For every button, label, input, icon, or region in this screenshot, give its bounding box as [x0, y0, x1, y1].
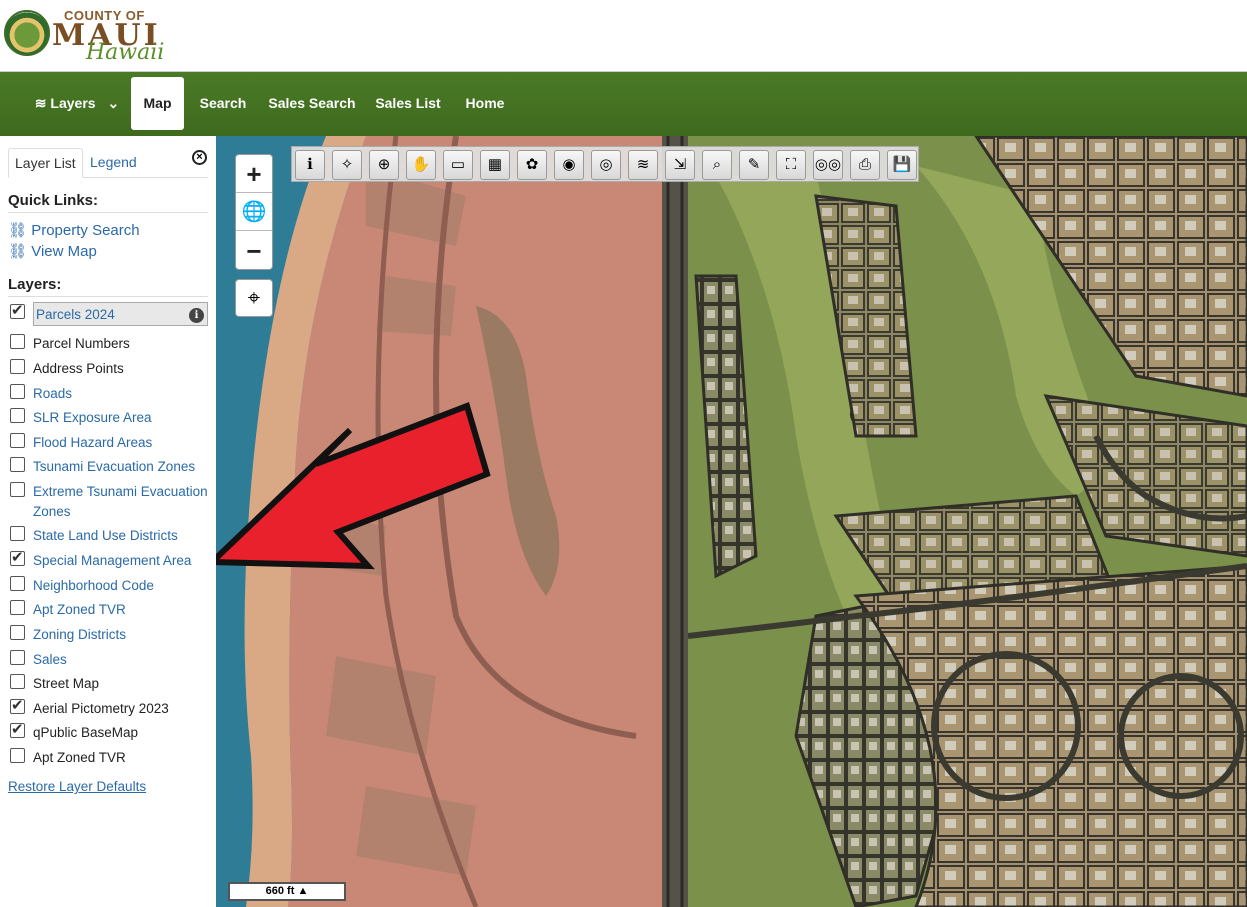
layer-label[interactable]: Parcels 2024: [33, 302, 208, 326]
county-of-maui-logo[interactable]: COUNTY OF MAUI Hawaii: [2, 6, 172, 66]
layer-checkbox[interactable]: [10, 384, 25, 399]
quick-link-view-map[interactable]: ⛓ View Map: [8, 242, 97, 260]
chevron-down-icon: ⌄: [107, 95, 120, 111]
link-chain-icon: ⛓: [8, 243, 28, 260]
globe-icon[interactable]: 🌐: [236, 193, 272, 231]
layer-checkbox[interactable]: [10, 674, 25, 689]
nav-sales-search[interactable]: Sales Search: [265, 77, 359, 130]
layer-checkbox[interactable]: [10, 359, 25, 374]
layer-checkbox[interactable]: [10, 720, 25, 738]
layer-label[interactable]: Neighborhood Code: [33, 576, 211, 596]
nav-home[interactable]: Home: [458, 77, 512, 130]
draw-pencil-icon[interactable]: ✎: [739, 150, 769, 180]
scale-bar: 660 ft ▲: [228, 882, 346, 901]
fullscreen-icon[interactable]: ⛶: [776, 150, 806, 180]
layer-label[interactable]: Zoning Districts: [33, 625, 211, 645]
layers-stack-icon: ≋: [34, 95, 47, 111]
layer-label[interactable]: Tsunami Evacuation Zones: [33, 457, 211, 477]
zoom-controls: + 🌐 −: [235, 154, 273, 270]
layer-label[interactable]: Aerial Pictometry 2023: [33, 699, 211, 719]
close-panel-icon[interactable]: ×: [192, 150, 207, 165]
zoom-in-tool-icon[interactable]: ⊕: [369, 150, 399, 180]
layer-label[interactable]: Apt Zoned TVR: [33, 748, 211, 768]
layer-label[interactable]: Roads: [33, 384, 211, 404]
main-navbar: ≋ Layers ⌄ Map Search Sales Search Sales…: [0, 72, 1247, 136]
map-viewport[interactable]: + 🌐 − ⌖ ℹ ✧ ⊕ ✋ ▭ ▦ ✿ ◉ ◎ ≋ ⇲ ⌕ ✎ ⛶ ◎◎ ⎙ 💾 660 ft ▲: [216, 136, 1247, 907]
tab-legend[interactable]: Legend: [84, 148, 143, 178]
header: COUNTY OF MAUI Hawaii: [0, 0, 1247, 72]
nav-search[interactable]: Search: [195, 77, 251, 130]
quick-links-heading: Quick Links:: [8, 192, 208, 213]
quick-link-label: View Map: [31, 243, 97, 260]
layer-checkbox[interactable]: [10, 748, 25, 763]
scale-label: 660 ft: [265, 885, 295, 897]
nav-sales-list[interactable]: Sales List: [373, 77, 443, 130]
layer-checkbox[interactable]: [10, 433, 25, 448]
buffer-icon[interactable]: ⇲: [665, 150, 695, 180]
nav-map[interactable]: Map: [131, 77, 184, 130]
layer-checkbox[interactable]: [10, 334, 25, 349]
layer-checkbox[interactable]: [10, 696, 25, 714]
layer-checkbox[interactable]: [10, 600, 25, 615]
layer-label[interactable]: Apt Zoned TVR: [33, 600, 211, 620]
county-seal-icon: [4, 10, 50, 56]
layer-row[interactable]: Parcels 2024i: [8, 301, 208, 328]
layer-checkbox[interactable]: [10, 650, 25, 665]
nav-layers-dropdown[interactable]: ≋ Layers ⌄: [33, 77, 121, 130]
layer-label[interactable]: Street Map: [33, 674, 211, 694]
zoom-out-button[interactable]: −: [236, 232, 272, 270]
layer-sidebar: Layer List Legend × Quick Links: ⛓ Prope…: [0, 136, 216, 907]
select-icon[interactable]: ✧: [332, 150, 362, 180]
layer-label[interactable]: State Land Use Districts: [33, 526, 211, 546]
layer-checkbox[interactable]: [10, 576, 25, 591]
layer-checkbox[interactable]: [10, 408, 25, 423]
nav-layers-label: Layers: [50, 95, 96, 111]
layer-checkbox[interactable]: [10, 526, 25, 541]
layer-label[interactable]: Sales: [33, 650, 211, 670]
layer-checkbox[interactable]: [10, 457, 25, 472]
layer-checkbox[interactable]: [10, 301, 25, 319]
marker-icon[interactable]: ✿: [517, 150, 547, 180]
sidebar-tabs: Layer List Legend: [8, 148, 208, 178]
layer-label[interactable]: Parcel Numbers: [33, 334, 211, 354]
select-parcels-icon[interactable]: ▦: [480, 150, 510, 180]
layer-checkbox[interactable]: [10, 625, 25, 640]
measure-icon[interactable]: ≋: [628, 150, 658, 180]
info-icon[interactable]: i: [189, 308, 204, 323]
find-icon[interactable]: ⌕: [702, 150, 732, 180]
tab-layer-list[interactable]: Layer List: [8, 148, 83, 178]
layer-label[interactable]: qPublic BaseMap: [33, 723, 211, 743]
layers-globe-icon[interactable]: ◉: [554, 150, 584, 180]
aerial-imagery: [216, 136, 1247, 907]
save-icon[interactable]: 💾: [887, 150, 917, 180]
map-toolbar: ℹ ✧ ⊕ ✋ ▭ ▦ ✿ ◉ ◎ ≋ ⇲ ⌕ ✎ ⛶ ◎◎ ⎙ 💾: [291, 146, 919, 182]
layer-label[interactable]: Extreme Tsunami Evacuation Zones: [33, 482, 211, 522]
camera-icon[interactable]: ◎: [591, 150, 621, 180]
quick-link-label: Property Search: [31, 222, 140, 239]
quick-link-property-search[interactable]: ⛓ Property Search: [8, 221, 140, 239]
layer-label[interactable]: SLR Exposure Area: [33, 408, 211, 428]
scale-triangle-icon: ▲: [297, 885, 309, 897]
eraser-icon[interactable]: ▭: [443, 150, 473, 180]
layer-label[interactable]: Address Points: [33, 359, 211, 379]
info-icon[interactable]: ℹ: [295, 150, 325, 180]
crosshair-locate-icon[interactable]: ⌖: [235, 279, 273, 317]
binoculars-icon[interactable]: ◎◎: [813, 150, 843, 180]
logo-hawaii-text: Hawaii: [86, 40, 165, 65]
restore-layer-defaults-link[interactable]: Restore Layer Defaults: [8, 779, 146, 794]
print-icon[interactable]: ⎙: [850, 150, 880, 180]
layer-label[interactable]: Flood Hazard Areas: [33, 433, 211, 453]
layer-checkbox[interactable]: [10, 548, 25, 566]
layers-heading: Layers:: [8, 276, 208, 297]
layer-checkbox[interactable]: [10, 482, 25, 497]
zoom-in-button[interactable]: +: [236, 155, 272, 193]
layer-label[interactable]: Special Management Area: [33, 551, 211, 571]
pan-hand-icon[interactable]: ✋: [406, 150, 436, 180]
link-chain-icon: ⛓: [8, 222, 28, 239]
